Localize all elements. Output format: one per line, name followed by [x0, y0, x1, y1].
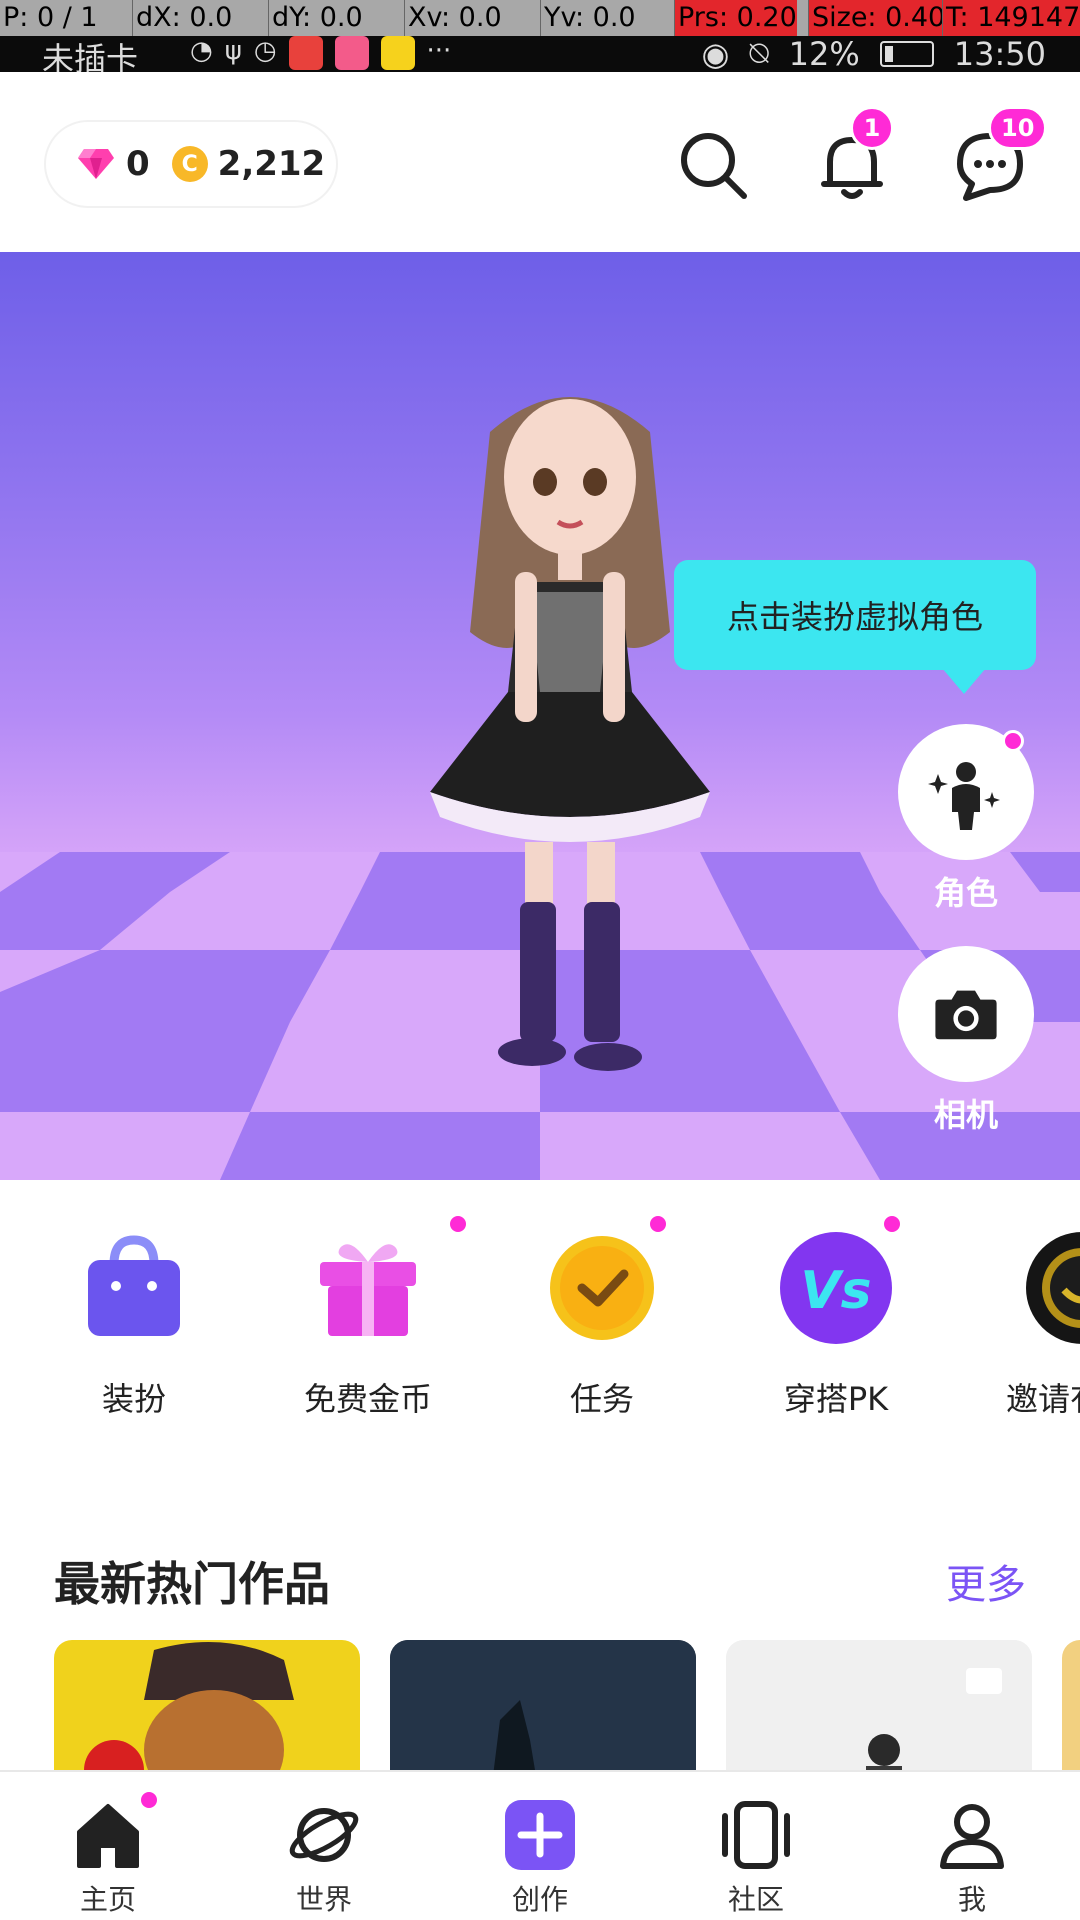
app-header: 0 C 2,212 1 10 [0, 72, 1080, 252]
debug-xv: Xv: 0.0 [404, 0, 502, 36]
nav-label: 世界 [295, 1883, 352, 1916]
nav-label: 社区 [727, 1883, 784, 1916]
messages-button[interactable]: 10 [952, 106, 1048, 204]
nav-create[interactable]: 创作 [470, 1798, 610, 1918]
status-icons: ◔ ψ ◷ ··· [190, 36, 451, 70]
nav-label: 主页 [79, 1883, 136, 1916]
mute-icon: ⍉ [749, 34, 769, 72]
gift-icon [310, 1216, 466, 1344]
bottom-nav: 主页 世界 创作 社区 我 [0, 1770, 1080, 1920]
svg-text:Vs: Vs [800, 1261, 871, 1321]
debug-time: T: 149147 [942, 0, 1080, 36]
coin-icon: C [171, 146, 208, 182]
notifications-button[interactable]: 1 [814, 106, 894, 204]
quick-action-label: 穿搭PK [783, 1380, 889, 1418]
gem-icon [78, 149, 114, 179]
plus-icon [503, 1798, 577, 1872]
trending-works [0, 1640, 1080, 1770]
quick-action-label: 装扮 [101, 1380, 166, 1418]
quick-action-outfit-pk[interactable]: Vs 穿搭PK [736, 1216, 936, 1420]
clock: 13:50 [953, 34, 1046, 73]
debug-pointer: P: 0 / 1 [3, 2, 98, 33]
shopping-bag-icon [76, 1228, 192, 1344]
debug-pressure: Prs: 0.20 [674, 0, 797, 36]
work-thumbnail[interactable] [1062, 1640, 1080, 1770]
work-thumbnail[interactable] [726, 1640, 1032, 1770]
currency-pill[interactable]: 0 C 2,212 [44, 120, 338, 208]
coin-count: 2,212 [217, 144, 326, 184]
app-notification-icon [288, 36, 323, 70]
free-coins-dot [450, 1216, 466, 1232]
character-sparkle-icon [928, 762, 1000, 830]
section-title: 最新热门作品 [54, 1557, 330, 1611]
quick-action-free-coins[interactable]: 免费金币 [268, 1216, 468, 1420]
nav-label: 创作 [511, 1883, 568, 1916]
alarm-icon: ◷ [253, 36, 277, 66]
search-button[interactable] [676, 128, 752, 204]
character-new-dot [1002, 730, 1024, 752]
quick-action-label: 免费金币 [303, 1380, 432, 1418]
avatar-character[interactable] [420, 372, 720, 1102]
search-icon [681, 133, 747, 199]
nav-home[interactable]: 主页 [38, 1792, 178, 1918]
quick-action-invite[interactable]: 邀请有 [966, 1228, 1080, 1420]
camera-label: 相机 [933, 1096, 998, 1134]
vs-icon: Vs [778, 1216, 900, 1344]
gem-count: 0 [126, 144, 150, 184]
carrier-label: 未插卡 [42, 40, 139, 72]
work-thumbnail[interactable] [390, 1640, 696, 1770]
quick-action-tasks[interactable]: 任务 [502, 1216, 702, 1420]
planet-icon [287, 1798, 361, 1872]
tasks-dot [650, 1216, 666, 1232]
home-new-dot [141, 1792, 157, 1808]
status-bar: 未插卡 ◔ ψ ◷ ··· ◉ ⍉ 12% 13:50 P: 0 / 1 dX:… [0, 0, 1080, 72]
dress-up-tooltip[interactable]: 点击装扮虚拟角色 [674, 560, 1036, 694]
eye-icon: ◉ [701, 34, 730, 73]
quick-action-label: 任务 [569, 1380, 634, 1418]
usb-icon: ψ [224, 36, 242, 66]
more-icon: ··· [426, 36, 452, 66]
debug-dx: dX: 0.0 [132, 0, 232, 36]
weibo-icon [380, 36, 415, 70]
nav-label: 我 [957, 1883, 986, 1916]
message-badge: 10 [988, 106, 1048, 150]
quick-action-label: 邀请有 [1006, 1380, 1080, 1418]
camera-button[interactable] [898, 946, 1034, 1082]
work-thumbnail[interactable] [54, 1640, 360, 1770]
nav-community[interactable]: 社区 [686, 1798, 826, 1918]
avatar-stage[interactable]: 点击装扮虚拟角色 角色 相机 [0, 252, 1080, 1180]
invite-icon [1008, 1228, 1080, 1344]
profile-icon [935, 1798, 1009, 1872]
community-icon [719, 1798, 793, 1872]
debug-yv: Yv: 0.0 [540, 0, 636, 36]
camera-icon [935, 990, 997, 1040]
wifi-icon: ◔ [190, 36, 213, 66]
pointer-debug-bar: P: 0 / 1 dX: 0.0 dY: 0.0 Xv: 0.0 Yv: 0.0… [0, 0, 1080, 36]
app-notification-icon [334, 36, 369, 70]
status-right: ◉ ⍉ 12% 13:50 [702, 34, 1046, 72]
outfit-pk-dot [884, 1216, 900, 1232]
home-icon [71, 1792, 157, 1872]
character-button[interactable] [898, 724, 1034, 860]
notification-badge: 1 [850, 106, 894, 150]
debug-dy: dY: 0.0 [268, 0, 363, 36]
system-status: 未插卡 ◔ ψ ◷ ··· ◉ ⍉ 12% 13:50 [0, 34, 1080, 72]
nav-profile[interactable]: 我 [902, 1798, 1042, 1918]
nav-world[interactable]: 世界 [254, 1798, 394, 1918]
checkmark-coin-icon [544, 1216, 666, 1344]
quick-action-dress-up[interactable]: 装扮 [34, 1228, 234, 1420]
more-link[interactable]: 更多 [946, 1552, 1026, 1610]
battery-icon [879, 40, 934, 67]
battery-level: 12% [788, 34, 860, 73]
character-label: 角色 [933, 874, 998, 912]
quick-actions: 装扮 免费金币 任务 Vs 穿搭PK 邀请 [0, 1180, 1080, 1440]
debug-size: Size: 0.40 [808, 0, 946, 36]
